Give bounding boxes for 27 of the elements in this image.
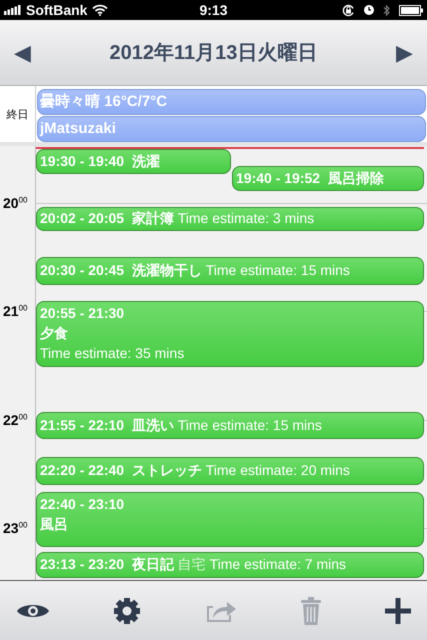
calendar-event[interactable]: 22:20 - 22:40 ストレッチ Time estimate: 20 mins — [36, 457, 424, 485]
calendar-event[interactable]: 21:55 - 22:10 皿洗い Time estimate: 15 mins — [36, 412, 424, 439]
calendar-event[interactable]: 20:02 - 20:05 家計簿 Time estimate: 3 mins — [36, 207, 424, 231]
hour-label: 20$^{00}$ — [3, 195, 28, 211]
carrier-name: SoftBank — [26, 2, 88, 18]
bluetooth-icon — [383, 4, 390, 16]
signal-icon — [4, 5, 21, 15]
all-day-event[interactable]: jMatsuzaki — [37, 116, 426, 142]
rotation-lock-icon — [342, 4, 355, 16]
wifi-icon — [92, 4, 108, 16]
hour-label: 22$^{00}$ — [3, 412, 28, 428]
hour-label: 23$^{00}$ — [3, 520, 28, 536]
calendar-event[interactable]: 19:40 - 19:52 風呂掃除 — [232, 166, 424, 191]
date-title: 2012年11月13日火曜日 — [110, 41, 318, 66]
calendar-event[interactable]: 20:55 - 21:30 夕食 Time estimate: 35 mins — [36, 301, 424, 367]
clock-time: 9:13 — [199, 2, 228, 18]
hour-label: 21$^{00}$ — [3, 303, 28, 319]
calendar-event[interactable]: 23:13 - 23:20 夜日記 自宅 Time estimate: 7 mins — [36, 552, 424, 578]
calendar-event[interactable]: 20:30 - 20:45 洗濯物干し Time estimate: 15 mins — [36, 257, 424, 285]
all-day-label: 終日 — [6, 108, 28, 122]
alarm-clock-icon — [364, 5, 374, 15]
calendar-event[interactable]: 22:40 - 23:10 風呂 — [36, 492, 424, 547]
all-day-event[interactable]: 曇時々晴 16°C/7°C — [37, 89, 426, 115]
battery-icon — [399, 4, 423, 16]
next-day-button[interactable]: ▶ — [392, 36, 417, 70]
calendar-event[interactable]: 19:30 - 19:40 洗濯 — [36, 149, 231, 174]
previous-day-button[interactable]: ◀ — [10, 36, 35, 70]
